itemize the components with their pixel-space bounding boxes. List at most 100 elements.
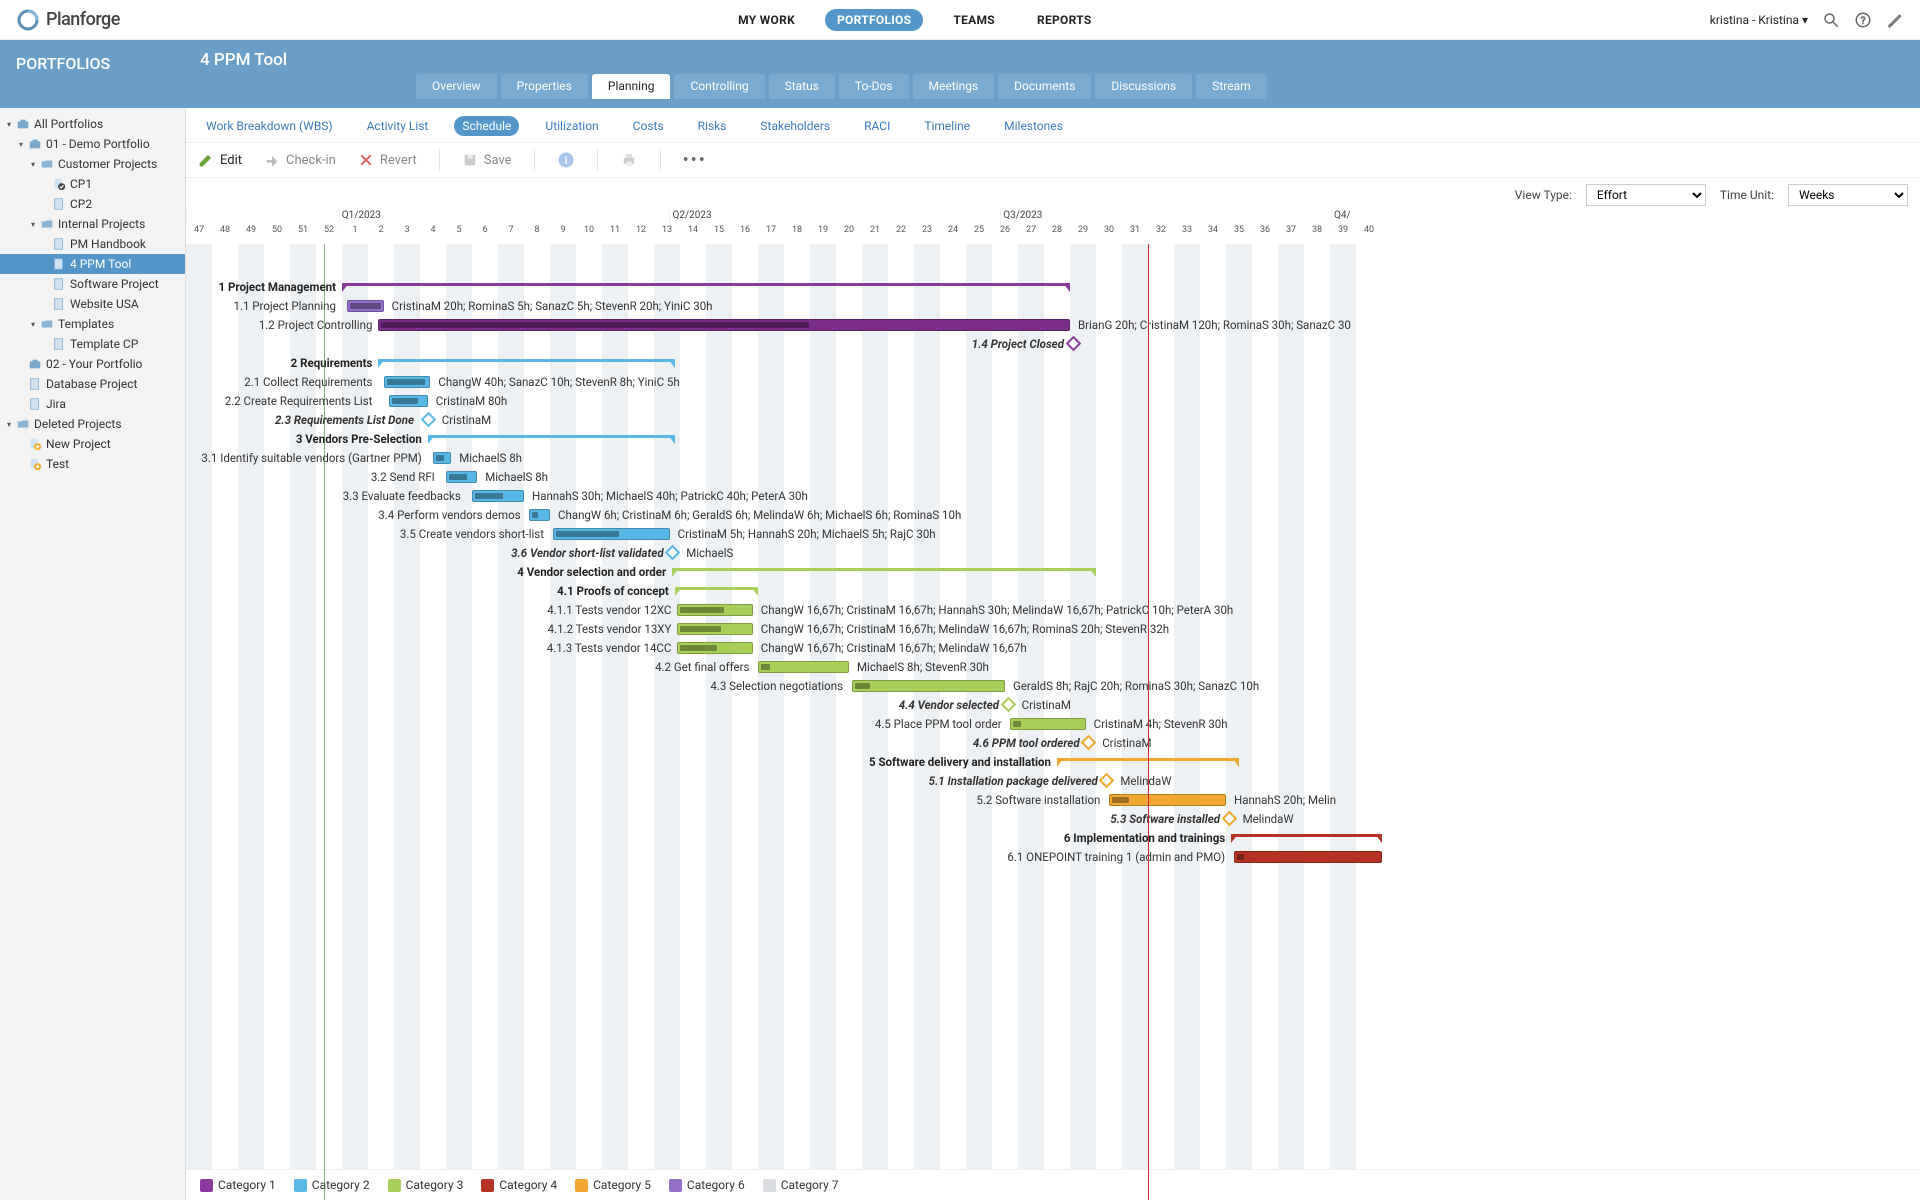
task-bar[interactable] (389, 395, 428, 407)
task-resources: CristinaM 4h; StevenR 30h (1094, 717, 1228, 731)
task-label: 4.4 Vendor selected (899, 698, 1005, 712)
tree-item-website-usa[interactable]: Website USA (0, 294, 185, 314)
more-icon[interactable]: ••• (683, 150, 707, 171)
summary-bar[interactable] (672, 568, 1096, 575)
edit-button[interactable]: Edit (198, 152, 242, 168)
subtab-timeline[interactable]: Timeline (916, 116, 978, 136)
topbar-right: kristina - Kristina ▾ ? (1710, 11, 1904, 29)
task-label: 2 Requirements (291, 356, 379, 370)
revert-button[interactable]: Revert (358, 152, 417, 168)
task-resources: MichaelS 8h; StevenR 30h (857, 660, 989, 674)
tab-to-dos[interactable]: To-Dos (839, 74, 909, 99)
milestone[interactable] (421, 412, 437, 428)
tab-discussions[interactable]: Discussions (1095, 74, 1192, 99)
nav-teams[interactable]: TEAMS (941, 9, 1007, 31)
help-icon[interactable]: ? (1854, 11, 1872, 29)
subtab-schedule[interactable]: Schedule (454, 116, 519, 136)
task-resources: ChangW 6h; CristinaM 6h; GeraldS 6h; Mel… (558, 508, 961, 522)
gantt-row: 5.2 Software installationHannahS 20h; Me… (186, 791, 1382, 810)
task-bar[interactable] (347, 300, 383, 312)
task-resources: CristinaM 5h; HannahS 20h; MichaelS 5h; … (678, 527, 936, 541)
tab-meetings[interactable]: Meetings (913, 74, 995, 99)
task-bar[interactable] (384, 376, 431, 388)
task-label: 6.1 ONEPOINT training 1 (admin and PMO) (1007, 850, 1231, 864)
task-bar[interactable] (553, 528, 670, 540)
nav-my-work[interactable]: MY WORK (726, 9, 807, 31)
gantt-chart[interactable]: Q1/2023Q2/2023Q3/2023Q4/ 474849505152123… (186, 210, 1920, 1200)
task-label: 5.3 Software installed (1110, 812, 1226, 826)
task-bar[interactable] (677, 623, 752, 635)
tree-item-4-ppm-tool[interactable]: 4 PPM Tool (0, 254, 185, 274)
task-bar[interactable] (1234, 851, 1382, 863)
task-label: 2.3 Requirements List Done (275, 413, 420, 427)
info-icon[interactable]: i (557, 151, 575, 169)
print-icon[interactable] (620, 151, 638, 169)
subtab-raci[interactable]: RACI (856, 116, 898, 136)
summary-bar[interactable] (378, 359, 674, 366)
tab-stream[interactable]: Stream (1196, 74, 1266, 99)
tree-item-software-project[interactable]: Software Project (0, 274, 185, 294)
tree-item-jira[interactable]: Jira (0, 394, 185, 414)
subtab-milestones[interactable]: Milestones (996, 116, 1071, 136)
subtab-utilization[interactable]: Utilization (537, 116, 606, 136)
task-bar[interactable] (852, 680, 1005, 692)
gantt-row: 4.1.2 Tests vendor 13XYChangW 16,67h; Cr… (186, 620, 1382, 639)
legend-item: Category 1 (200, 1178, 276, 1192)
nav-portfolios[interactable]: PORTFOLIOS (825, 9, 923, 31)
user-menu[interactable]: kristina - Kristina ▾ (1710, 13, 1808, 27)
tree-item-cp2[interactable]: CP2 (0, 194, 185, 214)
task-bar[interactable] (446, 471, 477, 483)
save-icon (462, 152, 478, 168)
save-button[interactable]: Save (462, 152, 512, 168)
tab-properties[interactable]: Properties (501, 74, 588, 99)
tree-item-database-project[interactable]: Database Project (0, 374, 185, 394)
task-label: 4.1 Proofs of concept (557, 584, 675, 598)
checkin-button[interactable]: Check-in (264, 152, 336, 168)
task-resources: CristinaM 20h; RominaS 5h; SanazC 5h; St… (392, 299, 713, 313)
task-bar[interactable] (758, 661, 849, 673)
tree-item-deleted-projects[interactable]: ▾Deleted Projects (0, 414, 185, 434)
tree-item-01-demo-portfolio[interactable]: ▾01 - Demo Portfolio (0, 134, 185, 154)
tab-overview[interactable]: Overview (416, 74, 497, 99)
task-bar[interactable] (677, 604, 752, 616)
milestone-text: CristinaM (442, 413, 491, 427)
task-bar[interactable] (378, 319, 1070, 331)
task-bar[interactable] (677, 642, 752, 654)
summary-bar[interactable] (675, 587, 758, 594)
task-bar[interactable] (529, 509, 550, 521)
tree-item-customer-projects[interactable]: ▾Customer Projects (0, 154, 185, 174)
tab-documents[interactable]: Documents (998, 74, 1091, 99)
tab-status[interactable]: Status (769, 74, 835, 99)
summary-bar[interactable] (342, 283, 1070, 290)
nav-reports[interactable]: REPORTS (1025, 9, 1104, 31)
tree-item-pm-handbook[interactable]: PM Handbook (0, 234, 185, 254)
subtab-activity-list[interactable]: Activity List (359, 116, 437, 136)
tree-item-cp1[interactable]: CP1 (0, 174, 185, 194)
tree-item-test[interactable]: Test (0, 454, 185, 474)
time-unit-select[interactable]: Weeks (1788, 184, 1908, 206)
task-bar[interactable] (1109, 794, 1226, 806)
subtab-costs[interactable]: Costs (625, 116, 672, 136)
subtab-risks[interactable]: Risks (690, 116, 735, 136)
task-bar[interactable] (433, 452, 451, 464)
tree-item-all-portfolios[interactable]: ▾All Portfolios (0, 114, 185, 134)
tree-item-new-project[interactable]: New Project (0, 434, 185, 454)
tab-controlling[interactable]: Controlling (674, 74, 764, 99)
task-bar[interactable] (472, 490, 524, 502)
task-bar[interactable] (1010, 718, 1085, 730)
subtab-stakeholders[interactable]: Stakeholders (752, 116, 838, 136)
summary-bar[interactable] (1231, 834, 1382, 841)
revert-icon (358, 152, 374, 168)
portfolio-tree: ▾All Portfolios▾01 - Demo Portfolio▾Cust… (0, 108, 186, 1200)
search-icon[interactable] (1822, 11, 1840, 29)
checkin-icon (264, 152, 280, 168)
tree-item-templates[interactable]: ▾Templates (0, 314, 185, 334)
tab-planning[interactable]: Planning (592, 74, 671, 99)
settings-icon[interactable] (1886, 11, 1904, 29)
tree-item-template-cp[interactable]: Template CP (0, 334, 185, 354)
tree-item-internal-projects[interactable]: ▾Internal Projects (0, 214, 185, 234)
summary-bar[interactable] (428, 435, 675, 442)
subtab-work-breakdown-wbs-[interactable]: Work Breakdown (WBS) (198, 116, 341, 136)
view-type-select[interactable]: Effort (1586, 184, 1706, 206)
tree-item-02-your-portfolio[interactable]: 02 - Your Portfolio (0, 354, 185, 374)
